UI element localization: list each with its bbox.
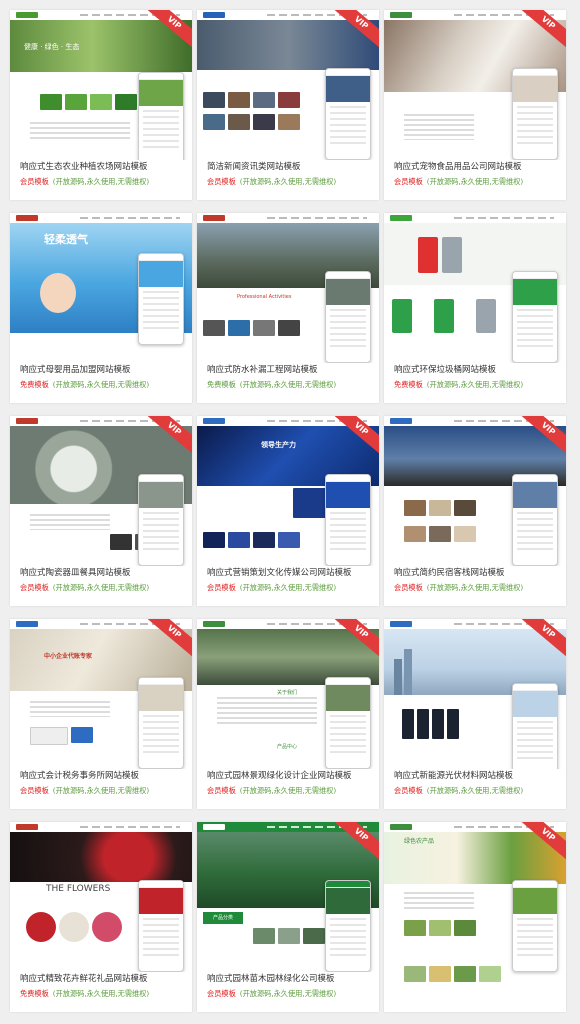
license-note: (开放源码,永久使用,无需维权): [426, 177, 524, 186]
template-card[interactable]: VIP 响应式简约民宿客栈网站模板 会员模板 (开放源码,永久使用,无需维权): [384, 416, 566, 606]
license-note: (开放源码,永久使用,无需维权): [239, 380, 337, 389]
card-title[interactable]: 响应式简约民宿客栈网站模板: [394, 566, 559, 578]
template-thumbnail[interactable]: Professional Activities: [197, 213, 379, 363]
template-card[interactable]: VIP 响应式陶瓷器皿餐具网站模板 会员模板 (开放源码,永久使用,无需维权): [10, 416, 192, 606]
card-title[interactable]: 响应式会计税务事务所网站模板: [20, 769, 185, 781]
template-thumbnail[interactable]: THE FLOWERS: [10, 822, 192, 972]
card-title[interactable]: 响应式精致花卉鲜花礼品网站模板: [20, 972, 185, 984]
template-thumbnail[interactable]: [384, 213, 566, 363]
section-title: 产品中心: [277, 744, 298, 750]
template-thumbnail[interactable]: 领导生产力: [197, 416, 379, 566]
card-title[interactable]: 响应式陶瓷器皿餐具网站模板: [20, 566, 185, 578]
template-thumbnail[interactable]: 中小企业代账专家: [10, 619, 192, 769]
license-note: (开放源码,永久使用,无需维权): [52, 380, 150, 389]
template-grid: 健康 · 绿色 · 生态 VIP 响应式生态农业种植农场网站模板 会员模板 (开放…: [0, 0, 580, 1024]
template-thumbnail[interactable]: 轻柔透气: [10, 213, 192, 363]
template-type: 会员模板: [207, 786, 236, 795]
template-card[interactable]: 绿色农产品 VIP: [384, 822, 566, 1012]
template-card[interactable]: THE FLOWERS 响应式精致花卉鲜花礼品网站模板 免费模板 (开放源码,永久…: [10, 822, 192, 1012]
template-card[interactable]: 产品分类 VIP 响应式园林苗木园林绿化公司模板 会员模板 (开放源码,永久使用,…: [197, 822, 379, 1012]
template-type: 会员模板: [207, 583, 236, 592]
template-card[interactable]: VIP 简洁新闻资讯类网站模板 会员模板 (开放源码,永久使用,无需维权): [197, 10, 379, 200]
template-card[interactable]: 关于我们 产品中心 VIP 响应式园林景观绿化设计企业网站模板 会员模板 (开放源…: [197, 619, 379, 809]
card-title[interactable]: 响应式生态农业种植农场网站模板: [20, 160, 185, 172]
hero-text: 中小企业代账专家: [44, 653, 93, 660]
license-note: (开放源码,永久使用,无需维权): [239, 989, 337, 998]
template-type: 会员模板: [207, 177, 236, 186]
template-type: 免费模板: [207, 380, 236, 389]
template-card[interactable]: 领导生产力 VIP 响应式营销策划文化传媒公司网站模板 会员模板 (开放源码,永久…: [197, 416, 379, 606]
template-thumbnail[interactable]: 健康 · 绿色 · 生态: [10, 10, 192, 160]
template-card[interactable]: VIP 响应式宠物食品用品公司网站模板 会员模板 (开放源码,永久使用,无需维权): [384, 10, 566, 200]
hero-text: 轻柔透气: [44, 233, 88, 246]
template-card[interactable]: Professional Activities 响应式防水补漏工程网站模板 免费…: [197, 213, 379, 403]
license-note: (开放源码,永久使用,无需维权): [426, 380, 524, 389]
card-title[interactable]: 响应式营销策划文化传媒公司网站模板: [207, 566, 372, 578]
card-title[interactable]: 响应式宠物食品用品公司网站模板: [394, 160, 559, 172]
license-note: (开放源码,永久使用,无需维权): [52, 583, 150, 592]
template-type: 免费模板: [20, 380, 49, 389]
template-type: 会员模板: [207, 989, 236, 998]
template-thumbnail[interactable]: 关于我们 产品中心: [197, 619, 379, 769]
template-type: 会员模板: [394, 583, 423, 592]
template-type: 免费模板: [20, 989, 49, 998]
card-title[interactable]: 响应式环保垃圾桶网站模板: [394, 363, 559, 375]
template-card[interactable]: 健康 · 绿色 · 生态 VIP 响应式生态农业种植农场网站模板 会员模板 (开放…: [10, 10, 192, 200]
section-title: Professional Activities: [237, 294, 292, 300]
license-note: (开放源码,永久使用,无需维权): [52, 177, 150, 186]
template-card[interactable]: VIP 响应式新能源光伏材料网站模板 会员模板 (开放源码,永久使用,无需维权): [384, 619, 566, 809]
template-thumbnail[interactable]: [197, 10, 379, 160]
hero-text: 绿色农产品: [404, 838, 435, 845]
template-card[interactable]: 轻柔透气 响应式母婴用品加盟网站模板 免费模板 (开放源码,永久使用,无需维权): [10, 213, 192, 403]
template-thumbnail[interactable]: [384, 416, 566, 566]
template-type: 会员模板: [20, 786, 49, 795]
section-title: THE FLOWERS: [46, 884, 111, 894]
card-title[interactable]: 响应式防水补漏工程网站模板: [207, 363, 372, 375]
license-note: (开放源码,永久使用,无需维权): [426, 786, 524, 795]
card-title[interactable]: 响应式园林苗木园林绿化公司模板: [207, 972, 372, 984]
template-card[interactable]: 响应式环保垃圾桶网站模板 免费模板 (开放源码,永久使用,无需维权): [384, 213, 566, 403]
template-type: 会员模板: [20, 583, 49, 592]
license-note: (开放源码,永久使用,无需维权): [52, 989, 150, 998]
template-thumbnail[interactable]: 产品分类: [197, 822, 379, 972]
template-type: 会员模板: [394, 177, 423, 186]
template-thumbnail[interactable]: 绿色农产品: [384, 822, 566, 1012]
section-title: 关于我们: [277, 690, 298, 696]
template-thumbnail[interactable]: [384, 619, 566, 769]
card-title[interactable]: 简洁新闻资讯类网站模板: [207, 160, 372, 172]
card-title[interactable]: 响应式母婴用品加盟网站模板: [20, 363, 185, 375]
template-type: 免费模板: [394, 380, 423, 389]
hero-text: 领导生产力: [261, 441, 296, 449]
hero-text: 健康 · 绿色 · 生态: [24, 43, 80, 51]
template-card[interactable]: 中小企业代账专家 VIP 响应式会计税务事务所网站模板 会员模板 (开放源码,永久…: [10, 619, 192, 809]
license-note: (开放源码,永久使用,无需维权): [52, 786, 150, 795]
template-type: 会员模板: [394, 786, 423, 795]
license-note: (开放源码,永久使用,无需维权): [239, 583, 337, 592]
template-thumbnail[interactable]: [384, 10, 566, 160]
license-note: (开放源码,永久使用,无需维权): [239, 786, 337, 795]
category-label: 产品分类: [203, 912, 243, 924]
license-note: (开放源码,永久使用,无需维权): [426, 583, 524, 592]
card-title[interactable]: 响应式新能源光伏材料网站模板: [394, 769, 559, 781]
license-note: (开放源码,永久使用,无需维权): [239, 177, 337, 186]
template-type: 会员模板: [20, 177, 49, 186]
card-title[interactable]: 响应式园林景观绿化设计企业网站模板: [207, 769, 372, 781]
template-thumbnail[interactable]: [10, 416, 192, 566]
